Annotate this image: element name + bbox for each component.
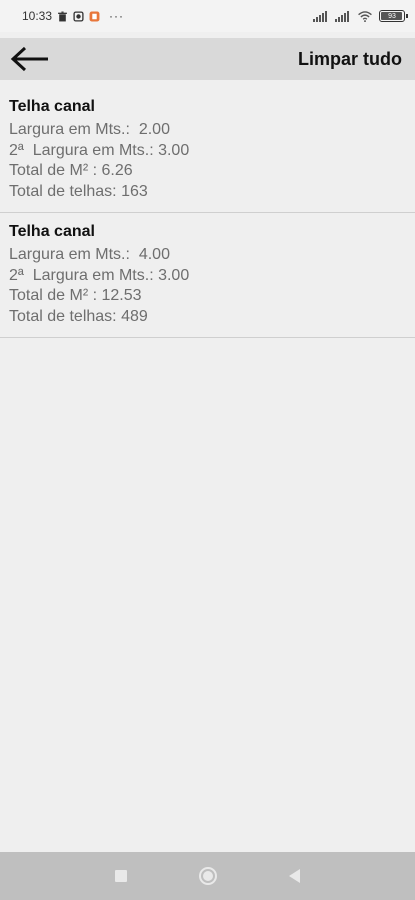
- item-title: Telha canal: [9, 98, 95, 115]
- list-item[interactable]: Telha canal Largura em Mts.: 4.00 2ª Lar…: [0, 213, 415, 338]
- system-back-button[interactable]: [289, 869, 300, 883]
- back-button[interactable]: [0, 38, 60, 80]
- item-total-area: Total de M² : 6.26: [9, 162, 133, 179]
- status-bar: 10:33 ··· 93: [0, 0, 415, 32]
- more-notifications-icon: ···: [109, 9, 125, 23]
- square-icon: [115, 870, 127, 882]
- item-total-tiles: Total de telhas: 489: [9, 307, 148, 325]
- item-width: Largura em Mts.: 2.00: [9, 121, 170, 138]
- signal-icon-2: [335, 10, 349, 22]
- trash-icon: [58, 11, 67, 21]
- item-title: Telha canal: [9, 223, 95, 240]
- list-item[interactable]: Telha canal Largura em Mts.: 2.00 2ª Lar…: [0, 88, 415, 213]
- triangle-back-icon: [289, 869, 300, 883]
- wifi-icon: [358, 10, 372, 22]
- arrow-left-icon: [10, 46, 48, 72]
- item-second-width: 2ª Largura em Mts.: 3.00: [9, 141, 190, 159]
- item-second-width: 2ª Largura em Mts.: 3.00: [9, 266, 190, 284]
- item-width: Largura em Mts.: 4.00: [9, 246, 170, 263]
- app-toolbar: Limpar tudo: [0, 38, 415, 80]
- item-total-tiles: Total de telhas: 163: [9, 182, 148, 200]
- item-total-area: Total de M² : 12.53: [9, 287, 142, 304]
- home-button[interactable]: [199, 867, 217, 885]
- battery-level: 93: [388, 12, 396, 20]
- system-nav-bar: [0, 852, 415, 900]
- status-right: 93: [313, 10, 408, 22]
- recents-button[interactable]: [115, 870, 127, 882]
- clear-all-button[interactable]: Limpar tudo: [298, 49, 402, 70]
- status-time: 10:33: [22, 9, 53, 23]
- circle-icon: [199, 867, 217, 885]
- app-notification-icon: [89, 11, 100, 21]
- status-left: 10:33 ···: [22, 9, 124, 23]
- signal-icon-1: [313, 10, 327, 22]
- battery-icon: 93: [379, 10, 408, 22]
- results-list: Telha canal Largura em Mts.: 2.00 2ª Lar…: [0, 88, 415, 338]
- notification-icon: [73, 10, 84, 22]
